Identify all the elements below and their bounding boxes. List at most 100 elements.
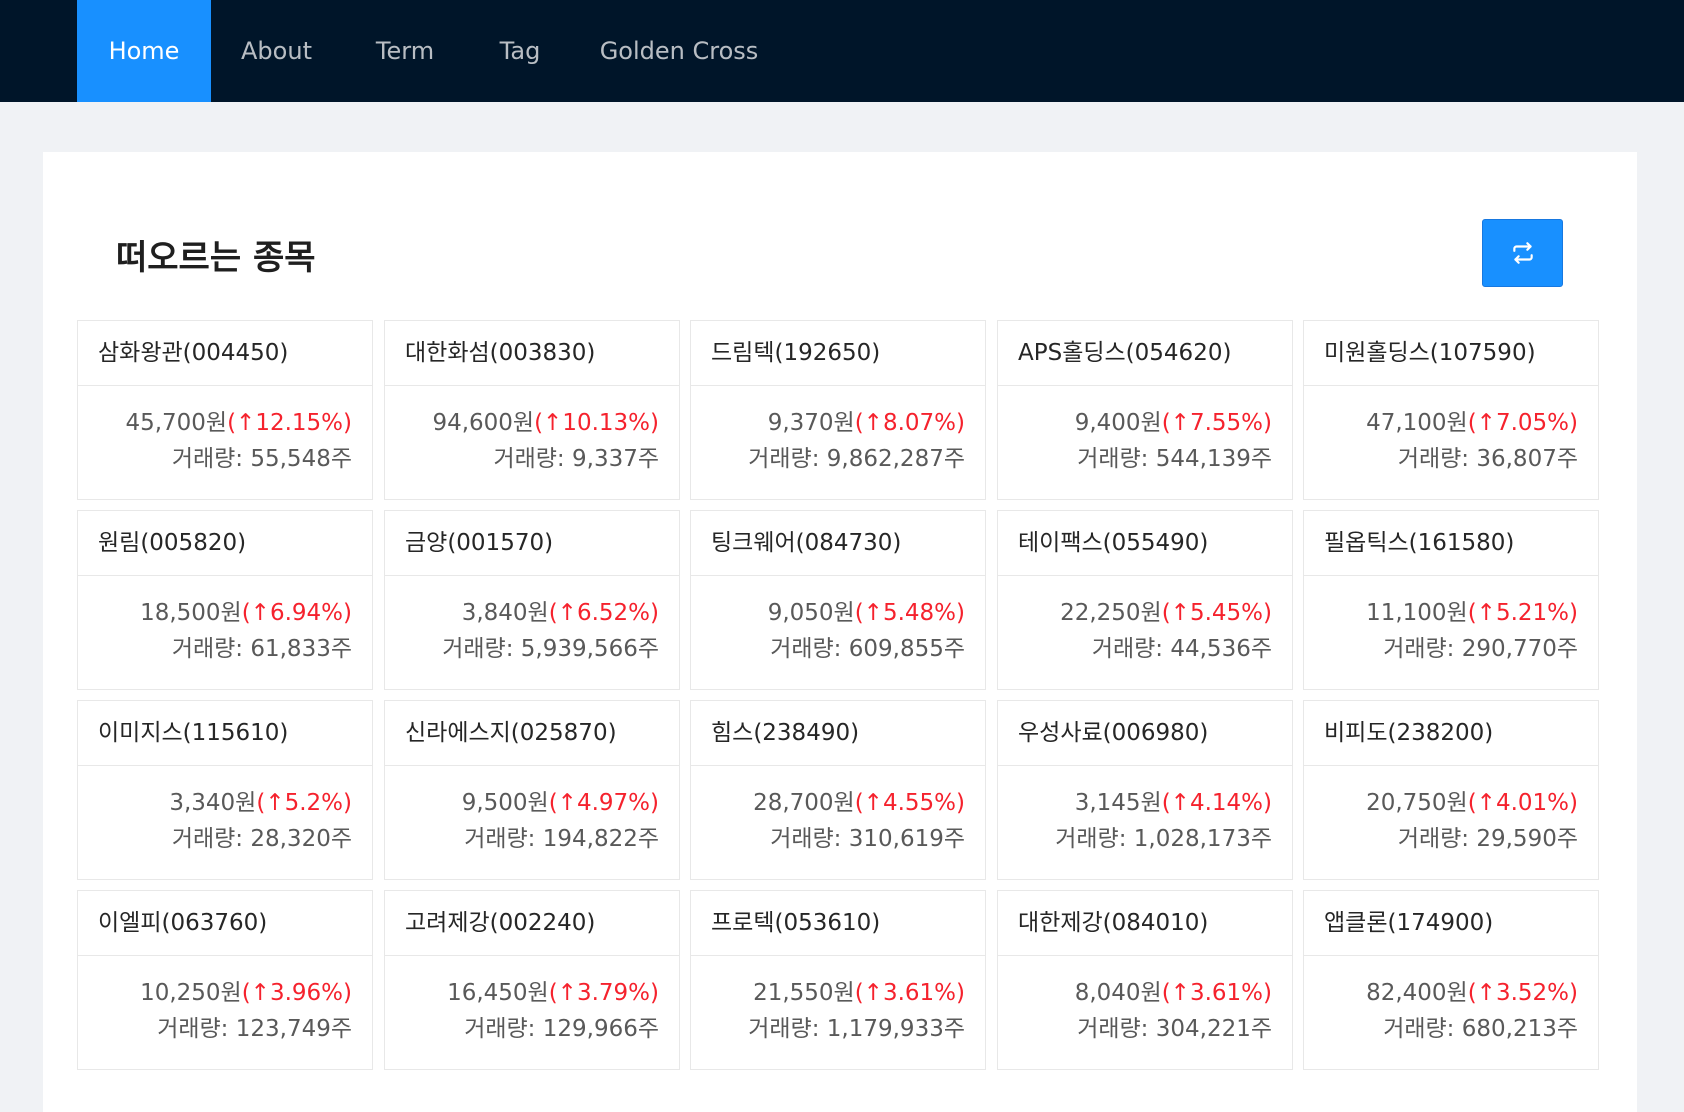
stock-price: 8,040원 bbox=[1074, 980, 1162, 1006]
nav-home[interactable]: Home bbox=[77, 0, 211, 102]
stock-details: 3,145원(↑4.14%) 거래량: 1,028,173주 bbox=[998, 766, 1292, 856]
stock-price: 22,250원 bbox=[1060, 600, 1162, 626]
stock-card[interactable]: 금양(001570) 3,840원(↑6.52%) 거래량: 5,939,566주 bbox=[384, 510, 680, 690]
stock-name: 원림(005820) bbox=[78, 511, 372, 576]
stock-card[interactable]: 미원홀딩스(107590) 47,100원(↑7.05%) 거래량: 36,807주 bbox=[1303, 320, 1599, 500]
stock-volume: 거래량: 5,939,566주 bbox=[442, 636, 659, 662]
stock-details: 10,250원(↑3.96%) 거래량: 123,749주 bbox=[78, 956, 372, 1046]
nav-golden-cross[interactable]: Golden Cross bbox=[572, 0, 786, 102]
price-line: 16,450원(↑3.79%) bbox=[405, 976, 659, 1010]
page-title: 떠오르는 종목 bbox=[116, 238, 316, 278]
price-line: 20,750원(↑4.01%) bbox=[1324, 786, 1578, 820]
stock-volume: 거래량: 36,807주 bbox=[1397, 446, 1578, 472]
stock-name: 금양(001570) bbox=[385, 511, 679, 576]
price-change: (↑4.97%) bbox=[548, 790, 659, 816]
stock-price: 47,100원 bbox=[1366, 410, 1468, 436]
price-line: 45,700원(↑12.15%) bbox=[98, 406, 352, 440]
stock-price: 94,600원 bbox=[432, 410, 535, 436]
stock-card[interactable]: 팅크웨어(084730) 9,050원(↑5.48%) 거래량: 609,855주 bbox=[690, 510, 986, 690]
price-change: (↑8.07%) bbox=[854, 410, 965, 436]
stock-price: 45,700원 bbox=[125, 410, 228, 436]
swap-icon bbox=[1512, 242, 1533, 264]
nav-term[interactable]: Term bbox=[342, 0, 468, 102]
stock-card[interactable]: 대한제강(084010) 8,040원(↑3.61%) 거래량: 304,221주 bbox=[997, 890, 1293, 1070]
stock-name: 고려제강(002240) bbox=[385, 891, 679, 956]
stock-volume: 거래량: 61,833주 bbox=[171, 636, 352, 662]
stock-details: 8,040원(↑3.61%) 거래량: 304,221주 bbox=[998, 956, 1292, 1046]
stock-name: 힘스(238490) bbox=[691, 701, 985, 766]
stock-volume: 거래량: 129,966주 bbox=[464, 1016, 659, 1042]
stock-volume: 거래량: 9,862,287주 bbox=[748, 446, 965, 472]
stock-card[interactable]: 대한화섬(003830) 94,600원(↑10.13%) 거래량: 9,337주 bbox=[384, 320, 680, 500]
stock-details: 94,600원(↑10.13%) 거래량: 9,337주 bbox=[385, 386, 679, 476]
stock-card[interactable]: 필옵틱스(161580) 11,100원(↑5.21%) 거래량: 290,770주 bbox=[1303, 510, 1599, 690]
stock-card[interactable]: 드림텍(192650) 9,370원(↑8.07%) 거래량: 9,862,287주 bbox=[690, 320, 986, 500]
price-change: (↑10.13%) bbox=[534, 410, 659, 436]
stock-card[interactable]: 이미지스(115610) 3,340원(↑5.2%) 거래량: 28,320주 bbox=[77, 700, 373, 880]
price-line: 9,400원(↑7.55%) bbox=[1018, 406, 1272, 440]
stock-volume: 거래량: 290,770주 bbox=[1383, 636, 1578, 662]
stock-price: 9,400원 bbox=[1074, 410, 1162, 436]
price-line: 28,700원(↑4.55%) bbox=[711, 786, 965, 820]
price-change: (↑4.01%) bbox=[1467, 790, 1578, 816]
stock-details: 47,100원(↑7.05%) 거래량: 36,807주 bbox=[1304, 386, 1598, 476]
stock-name: 우성사료(006980) bbox=[998, 701, 1292, 766]
stock-card[interactable]: 힘스(238490) 28,700원(↑4.55%) 거래량: 310,619주 bbox=[690, 700, 986, 880]
stock-price: 28,700원 bbox=[753, 790, 855, 816]
stock-volume: 거래량: 28,320주 bbox=[171, 826, 352, 852]
stock-name: 프로텍(053610) bbox=[691, 891, 985, 956]
stock-details: 9,370원(↑8.07%) 거래량: 9,862,287주 bbox=[691, 386, 985, 476]
refresh-button[interactable] bbox=[1482, 219, 1563, 287]
stock-card[interactable]: 앱클론(174900) 82,400원(↑3.52%) 거래량: 680,213주 bbox=[1303, 890, 1599, 1070]
stock-details: 16,450원(↑3.79%) 거래량: 129,966주 bbox=[385, 956, 679, 1046]
stock-name: 이미지스(115610) bbox=[78, 701, 372, 766]
stock-details: 9,500원(↑4.97%) 거래량: 194,822주 bbox=[385, 766, 679, 856]
price-line: 10,250원(↑3.96%) bbox=[98, 976, 352, 1010]
stock-name: 대한제강(084010) bbox=[998, 891, 1292, 956]
stock-details: 21,550원(↑3.61%) 거래량: 1,179,933주 bbox=[691, 956, 985, 1046]
nav-tag[interactable]: Tag bbox=[468, 0, 572, 102]
main-content: 떠오르는 종목 삼화왕관(004450) 45,700원(↑12.15%) 거래량:… bbox=[43, 152, 1637, 1112]
price-line: 9,370원(↑8.07%) bbox=[711, 406, 965, 440]
stock-card[interactable]: 비피도(238200) 20,750원(↑4.01%) 거래량: 29,590주 bbox=[1303, 700, 1599, 880]
stock-price: 3,145원 bbox=[1074, 790, 1162, 816]
stock-name: 팅크웨어(084730) bbox=[691, 511, 985, 576]
stock-volume: 거래량: 194,822주 bbox=[464, 826, 659, 852]
price-line: 94,600원(↑10.13%) bbox=[405, 406, 659, 440]
stock-card[interactable]: 신라에스지(025870) 9,500원(↑4.97%) 거래량: 194,822주 bbox=[384, 700, 680, 880]
stock-name: 신라에스지(025870) bbox=[385, 701, 679, 766]
price-change: (↑6.94%) bbox=[241, 600, 352, 626]
stock-name: 삼화왕관(004450) bbox=[78, 321, 372, 386]
stock-details: 3,340원(↑5.2%) 거래량: 28,320주 bbox=[78, 766, 372, 856]
stock-price: 11,100원 bbox=[1366, 600, 1468, 626]
stock-volume: 거래량: 544,139주 bbox=[1077, 446, 1272, 472]
price-line: 47,100원(↑7.05%) bbox=[1324, 406, 1578, 440]
stock-name: APS홀딩스(054620) bbox=[998, 321, 1292, 386]
stock-card[interactable]: 삼화왕관(004450) 45,700원(↑12.15%) 거래량: 55,548주 bbox=[77, 320, 373, 500]
stock-card[interactable]: 우성사료(006980) 3,145원(↑4.14%) 거래량: 1,028,173… bbox=[997, 700, 1293, 880]
stock-details: 45,700원(↑12.15%) 거래량: 55,548주 bbox=[78, 386, 372, 476]
price-change: (↑7.55%) bbox=[1161, 410, 1272, 436]
stock-volume: 거래량: 1,028,173주 bbox=[1055, 826, 1272, 852]
stock-volume: 거래량: 44,536주 bbox=[1091, 636, 1272, 662]
stock-name: 이엘피(063760) bbox=[78, 891, 372, 956]
price-line: 11,100원(↑5.21%) bbox=[1324, 596, 1578, 630]
stock-card[interactable]: 원림(005820) 18,500원(↑6.94%) 거래량: 61,833주 bbox=[77, 510, 373, 690]
stock-name: 앱클론(174900) bbox=[1304, 891, 1598, 956]
stock-card[interactable]: 고려제강(002240) 16,450원(↑3.79%) 거래량: 129,966주 bbox=[384, 890, 680, 1070]
stock-volume: 거래량: 123,749주 bbox=[157, 1016, 352, 1042]
stock-name: 대한화섬(003830) bbox=[385, 321, 679, 386]
price-line: 9,050원(↑5.48%) bbox=[711, 596, 965, 630]
stock-price: 9,370원 bbox=[767, 410, 855, 436]
price-change: (↑4.14%) bbox=[1161, 790, 1272, 816]
stock-card[interactable]: APS홀딩스(054620) 9,400원(↑7.55%) 거래량: 544,139… bbox=[997, 320, 1293, 500]
price-change: (↑5.48%) bbox=[854, 600, 965, 626]
stock-card[interactable]: 프로텍(053610) 21,550원(↑3.61%) 거래량: 1,179,933… bbox=[690, 890, 986, 1070]
stock-card[interactable]: 이엘피(063760) 10,250원(↑3.96%) 거래량: 123,749주 bbox=[77, 890, 373, 1070]
stock-price: 21,550원 bbox=[753, 980, 855, 1006]
stock-volume: 거래량: 609,855주 bbox=[770, 636, 965, 662]
stock-details: 20,750원(↑4.01%) 거래량: 29,590주 bbox=[1304, 766, 1598, 856]
stock-card[interactable]: 테이팩스(055490) 22,250원(↑5.45%) 거래량: 44,536주 bbox=[997, 510, 1293, 690]
price-line: 82,400원(↑3.52%) bbox=[1324, 976, 1578, 1010]
nav-about[interactable]: About bbox=[211, 0, 342, 102]
